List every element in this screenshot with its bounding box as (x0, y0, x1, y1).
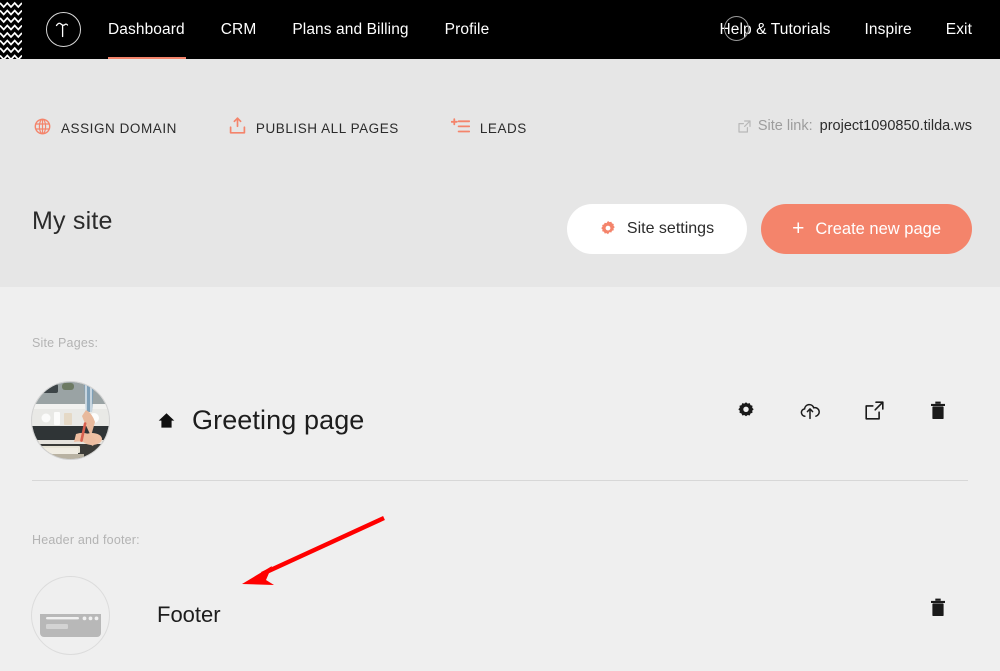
site-toolbar-strip: ASSIGN DOMAIN PUBLISH ALL PAGES (0, 59, 1000, 287)
site-settings-label: Site settings (627, 220, 714, 238)
row-divider (32, 480, 968, 481)
publish-all-pages-button[interactable]: PUBLISH ALL PAGES (229, 117, 399, 140)
add-to-list-icon (451, 118, 470, 140)
primary-nav: Dashboard CRM Plans and Billing Profile (108, 0, 489, 59)
assign-domain-button[interactable]: ASSIGN DOMAIN (34, 118, 177, 140)
toolbar-actions: ASSIGN DOMAIN PUBLISH ALL PAGES (34, 117, 527, 140)
nav-item-inspire[interactable]: Inspire (865, 21, 912, 39)
footer-title-group: Footer (157, 602, 221, 628)
page-list-item[interactable]: Greeting page (0, 381, 1000, 459)
header-button-row: Site settings + Create new page (567, 204, 972, 254)
site-link-label: Site link: (758, 118, 813, 134)
page-settings-button[interactable] (714, 402, 778, 420)
site-link[interactable]: Site link: project1090850.tilda.ws (738, 118, 972, 134)
gear-icon (600, 221, 616, 237)
site-pages-section-label: Site Pages: (32, 336, 98, 350)
plus-icon: + (792, 218, 804, 239)
page-publish-button[interactable] (778, 402, 842, 420)
secondary-nav: Help & Tutorials Inspire Exit (720, 0, 973, 59)
create-new-page-label: Create new page (815, 220, 941, 239)
nav-item-exit[interactable]: Exit (946, 21, 972, 39)
nav-item-help-and-tutorials[interactable]: Help & Tutorials (720, 21, 831, 39)
nav-item-dashboard[interactable]: Dashboard (108, 21, 185, 39)
page-preview-button[interactable] (842, 401, 906, 420)
footer-row-actions (906, 598, 970, 617)
tilda-dashboard-page: Dashboard CRM Plans and Billing Profile … (0, 0, 1000, 666)
external-link-icon (738, 120, 751, 133)
leads-label: LEADS (480, 121, 527, 136)
footer-name[interactable]: Footer (157, 602, 221, 628)
nav-item-profile[interactable]: Profile (445, 21, 490, 39)
nav-item-crm[interactable]: CRM (221, 21, 257, 39)
zigzag-pattern-decoration (0, 0, 22, 59)
create-new-page-button[interactable]: + Create new page (761, 204, 972, 254)
page-thumbnail[interactable] (31, 381, 110, 460)
header-footer-section-label: Header and footer: (32, 533, 140, 547)
page-row-actions (714, 401, 970, 420)
page-delete-button[interactable] (906, 401, 970, 420)
home-icon (157, 411, 176, 430)
page-name[interactable]: Greeting page (192, 405, 364, 436)
globe-icon (34, 118, 51, 140)
assign-domain-label: ASSIGN DOMAIN (61, 121, 177, 136)
nav-item-plans-and-billing[interactable]: Plans and Billing (292, 21, 408, 39)
footer-thumbnail[interactable] (31, 576, 110, 655)
tilda-logo-icon[interactable] (46, 12, 81, 47)
pages-list-area: Site Pages: (0, 287, 1000, 666)
page-title: My site (32, 207, 113, 236)
footer-delete-button[interactable] (906, 598, 970, 617)
top-navigation-bar: Dashboard CRM Plans and Billing Profile … (0, 0, 1000, 59)
upload-icon (229, 117, 246, 140)
leads-button[interactable]: LEADS (451, 118, 527, 140)
site-settings-button[interactable]: Site settings (567, 204, 747, 254)
publish-all-pages-label: PUBLISH ALL PAGES (256, 121, 399, 136)
site-link-url[interactable]: project1090850.tilda.ws (820, 118, 972, 134)
headfoot-list-item[interactable]: Footer (0, 576, 1000, 654)
page-title-group: Greeting page (157, 405, 364, 436)
